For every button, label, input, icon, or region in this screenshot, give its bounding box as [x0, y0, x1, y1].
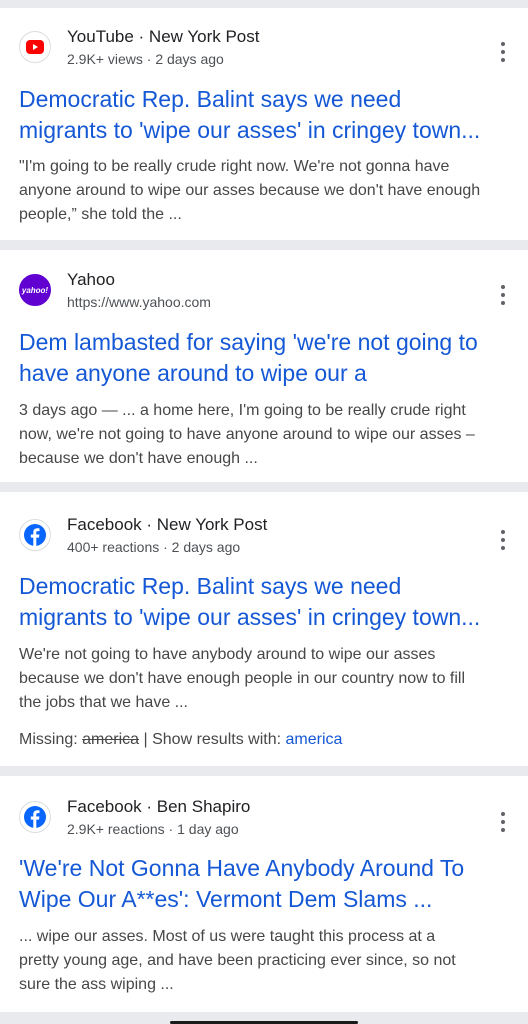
- result-snippet: ... wipe our asses. Most of us were taug…: [19, 925, 514, 997]
- more-options-icon[interactable]: [500, 812, 506, 832]
- result-snippet: 3 days ago — ... a home here, I'm going …: [19, 399, 514, 471]
- show-results-with-link[interactable]: america: [286, 731, 343, 748]
- snippet-line: because we don't have enough people in o…: [19, 670, 466, 687]
- result-source[interactable]: Facebook · Ben Shapiro 2.9K+ reactions ·…: [19, 797, 528, 851]
- result-card: Facebook · New York Post 400+ reactions …: [0, 492, 528, 766]
- source-name: Yahoo: [67, 270, 115, 289]
- source-meta: 2.9K+ views · 2 days ago: [67, 51, 224, 67]
- snippet-line: anyone around to wipe our asses because …: [19, 182, 481, 199]
- result-title-line: Dem lambasted for saying 'we're not goin…: [19, 329, 478, 355]
- missing-term: america: [82, 731, 140, 748]
- source-name: Facebook · Ben Shapiro: [67, 797, 251, 816]
- facebook-icon: [19, 519, 51, 551]
- missing-terms: Missing: america | Show results with: am…: [19, 731, 342, 749]
- result-title[interactable]: Dem lambasted for saying 'we're not goin…: [19, 327, 514, 389]
- result-card: Facebook · Ben Shapiro 2.9K+ reactions ·…: [0, 776, 528, 1012]
- snippet-line: because we don't have enough ...: [19, 450, 258, 467]
- result-card: yahoo! Yahoo https://www.yahoo.com Dem l…: [0, 250, 528, 482]
- snippet-line: pretty young age, and have been practici…: [19, 952, 456, 969]
- result-snippet: "I'm going to be really crude right now.…: [19, 155, 514, 227]
- result-title-line: Democratic Rep. Balint says we need: [19, 86, 402, 112]
- result-source[interactable]: yahoo! Yahoo https://www.yahoo.com: [19, 270, 528, 324]
- show-results-with-label: | Show results with:: [143, 731, 282, 748]
- source-name: YouTube · New York Post: [67, 27, 260, 46]
- snippet-line: ... wipe our asses. Most of us were taug…: [19, 928, 436, 945]
- more-options-icon[interactable]: [500, 530, 506, 550]
- source-meta: https://www.yahoo.com: [67, 294, 211, 310]
- snippet-line: the jobs that we have ...: [19, 694, 188, 711]
- result-title-line: migrants to 'wipe our asses' in cringey …: [19, 117, 481, 143]
- result-snippet: We're not going to have anybody around t…: [19, 643, 514, 715]
- snippet-line: sure the ass wiping ...: [19, 976, 174, 993]
- result-card: YouTube · New York Post 2.9K+ views · 2 …: [0, 8, 528, 240]
- snippet-line: people,” she told the ...: [19, 206, 182, 223]
- result-title[interactable]: Democratic Rep. Balint says we need migr…: [19, 84, 514, 146]
- snippet-line: "I'm going to be really crude right now.…: [19, 158, 450, 175]
- yahoo-logo-text: yahoo!: [21, 285, 49, 295]
- source-meta: 400+ reactions · 2 days ago: [67, 539, 241, 555]
- result-title-line: migrants to 'wipe our asses' in cringey …: [19, 604, 481, 630]
- snippet-line: 3 days ago — ... a home here, I'm going …: [19, 402, 466, 419]
- result-source[interactable]: YouTube · New York Post 2.9K+ views · 2 …: [19, 27, 528, 81]
- result-title-line: 'We're Not Gonna Have Anybody Around To: [19, 855, 465, 881]
- more-options-icon[interactable]: [500, 42, 506, 62]
- missing-label: Missing:: [19, 731, 78, 748]
- result-title[interactable]: Democratic Rep. Balint says we need migr…: [19, 571, 514, 633]
- result-title-line: Democratic Rep. Balint says we need: [19, 573, 402, 599]
- result-source[interactable]: Facebook · New York Post 400+ reactions …: [19, 515, 528, 569]
- facebook-icon: [19, 801, 51, 833]
- result-title-line: have anyone around to wipe our a: [19, 360, 367, 386]
- snippet-line: We're not going to have anybody around t…: [19, 646, 436, 663]
- result-title-line: Wipe Our A**es': Vermont Dem Slams ...: [19, 886, 433, 912]
- youtube-icon: [19, 31, 51, 63]
- yahoo-icon: yahoo!: [19, 274, 51, 306]
- source-meta: 2.9K+ reactions · 1 day ago: [67, 821, 239, 837]
- source-name: Facebook · New York Post: [67, 515, 268, 534]
- snippet-line: now, we're not going to have anyone arou…: [19, 426, 475, 443]
- result-title[interactable]: 'We're Not Gonna Have Anybody Around To …: [19, 853, 514, 915]
- more-options-icon[interactable]: [500, 285, 506, 305]
